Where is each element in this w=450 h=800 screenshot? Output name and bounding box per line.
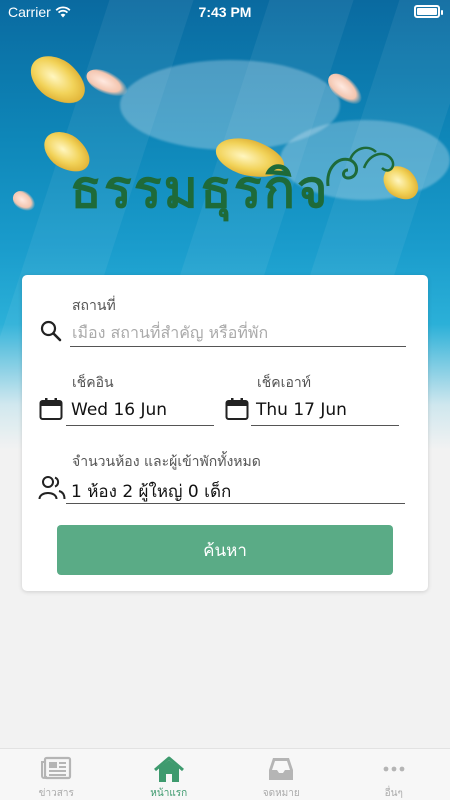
location-label: สถานที่	[72, 298, 116, 314]
home-icon	[153, 756, 184, 782]
inbox-icon	[269, 758, 294, 780]
status-bar: Carrier 7:43 PM	[0, 0, 450, 24]
tab-more-label: อื่นๆ	[384, 788, 403, 799]
check-out-value: Thu 17 Jun	[256, 400, 347, 420]
location-input[interactable]: เมือง สถานที่สำคัญ หรือที่พัก	[70, 317, 406, 347]
search-icon	[40, 320, 62, 342]
tab-home[interactable]: หน้าแรก	[113, 749, 226, 800]
guests-field[interactable]: 1 ห้อง 2 ผู้ใหญ่ 0 เด็ก	[66, 473, 405, 503]
calendar-icon	[39, 398, 63, 420]
location-underline	[70, 346, 406, 347]
people-icon	[38, 476, 66, 500]
check-out-underline	[251, 425, 399, 426]
logo-flourish-icon	[326, 146, 395, 187]
check-in-label: เช็คอิน	[72, 375, 114, 391]
check-out-field[interactable]: Thu 17 Jun	[251, 395, 399, 425]
check-in-value: Wed 16 Jun	[71, 400, 168, 420]
status-time: 7:43 PM	[198, 4, 252, 20]
check-out-label: เช็คเอาท์	[257, 375, 311, 391]
tab-news-label: ข่าวสาร	[38, 788, 74, 799]
fish	[9, 186, 39, 216]
newspaper-icon	[41, 756, 72, 780]
tab-bar: ข่าวสาร หน้าแรก จดหมาย อื่นๆ	[0, 748, 450, 800]
location-placeholder: เมือง สถานที่สำคัญ หรือที่พัก	[72, 323, 269, 342]
tab-home-label: หน้าแรก	[150, 788, 188, 799]
search-card: สถานที่ เมือง สถานที่สำคัญ หรือที่พัก เช…	[22, 275, 428, 591]
guests-underline	[66, 503, 405, 504]
search-button[interactable]: ค้นหา	[57, 525, 393, 575]
tab-more[interactable]: อื่นๆ	[338, 749, 450, 800]
check-in-underline	[66, 425, 214, 426]
guests-label: จำนวนห้อง และผู้เข้าพักทั้งหมด	[72, 454, 261, 470]
battery-icon	[414, 5, 443, 18]
calendar-icon	[225, 398, 249, 420]
guests-value: 1 ห้อง 2 ผู้ใหญ่ 0 เด็ก	[71, 482, 232, 502]
tab-inbox[interactable]: จดหมาย	[225, 749, 338, 800]
brand-logo: ธรรมธุรกิจ	[70, 146, 400, 220]
logo-text: ธรรมธุรกิจ	[70, 159, 330, 220]
more-icon	[383, 766, 405, 772]
tab-news[interactable]: ข่าวสาร	[0, 749, 113, 800]
check-in-field[interactable]: Wed 16 Jun	[66, 395, 214, 425]
tab-inbox-label: จดหมาย	[262, 788, 300, 799]
